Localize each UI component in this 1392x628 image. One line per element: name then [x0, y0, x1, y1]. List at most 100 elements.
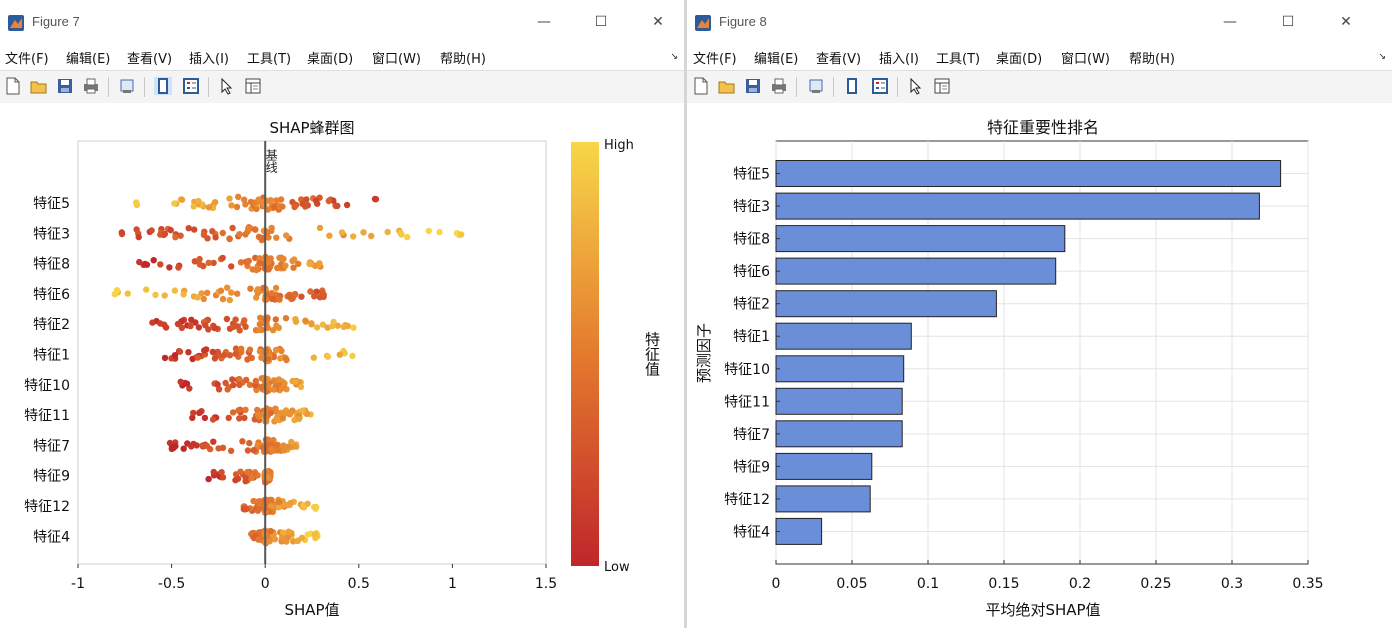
titlebar[interactable]: Figure 8 — ☐ ✕: [687, 0, 1392, 44]
maximize-button[interactable]: ☐: [587, 10, 615, 34]
figure-canvas: 特征5 特征3 特征8 特征6 特征2 特征1 特征10 特征11 特征7 特征9 特征12 特征4 …: [687, 103, 1392, 628]
dock-arrow-icon[interactable]: ↘: [1378, 52, 1386, 62]
importance-bar: [775, 387, 903, 415]
swarm-point: [270, 203, 278, 211]
swarm-point: [384, 228, 391, 236]
menu-view[interactable]: 查看(V): [127, 48, 172, 67]
minimize-button[interactable]: —: [1216, 10, 1244, 34]
menu-help[interactable]: 帮助(H): [1129, 48, 1175, 67]
open-file-icon[interactable]: [718, 77, 736, 95]
swarm-point: [133, 199, 140, 206]
swarm-point: [196, 409, 203, 417]
swarm-point: [124, 290, 131, 297]
legend-icon[interactable]: [871, 77, 889, 95]
menu-window[interactable]: 窗口(W): [1061, 48, 1110, 67]
close-button[interactable]: ✕: [1332, 10, 1360, 34]
menu-insert[interactable]: 插入(I): [879, 48, 919, 67]
swarm-point: [234, 290, 241, 297]
menu-desktop[interactable]: 桌面(D): [996, 48, 1042, 67]
swarm-point: [287, 500, 294, 507]
menu-file[interactable]: 文件(F): [693, 48, 737, 67]
figure7-window: Figure 7 — ☐ ✕ 文件(F) 编辑(E) 查看(V) 插入(I) 工…: [0, 0, 684, 628]
swarm-point: [234, 475, 242, 482]
swarm-point: [425, 227, 432, 235]
open-file-icon[interactable]: [30, 77, 48, 95]
beeswarm-chart: 基线 SHAP蜂群图 特征5 特征3 特征8 特征6 特征2 特征1 特征10 特征11 特征7…: [24, 119, 661, 619]
link-plot-icon[interactable]: [118, 77, 136, 95]
swarm-point: [219, 229, 226, 237]
maximize-button[interactable]: ☐: [1274, 10, 1302, 34]
feature-label: 特征8: [733, 232, 770, 248]
feature-label: 特征11: [24, 408, 70, 424]
property-inspector-icon[interactable]: [244, 77, 262, 95]
menu-view[interactable]: 查看(V): [816, 48, 861, 67]
pointer-icon[interactable]: [218, 77, 236, 95]
toolbar: [0, 70, 684, 104]
save-icon[interactable]: [744, 77, 762, 95]
menu-edit[interactable]: 编辑(E): [754, 48, 798, 67]
swarm-point: [368, 232, 375, 240]
swarm-point: [283, 232, 290, 239]
minimize-button[interactable]: —: [530, 10, 558, 34]
swarm-point: [404, 233, 411, 241]
new-figure-icon[interactable]: [692, 77, 710, 95]
importance-bar: [775, 485, 871, 513]
menu-desktop[interactable]: 桌面(D): [307, 48, 353, 67]
x-tick-label: 0.05: [836, 576, 867, 592]
swarm-point: [235, 193, 242, 200]
swarm-point: [285, 443, 292, 450]
swarm-point: [270, 386, 278, 393]
matlab-logo-icon: [8, 15, 24, 31]
menu-file[interactable]: 文件(F): [5, 48, 49, 67]
swarm-point: [279, 535, 286, 542]
swarm-point: [276, 498, 283, 506]
menu-help[interactable]: 帮助(H): [440, 48, 486, 67]
swarm-point: [282, 315, 290, 322]
swarm-point: [219, 444, 227, 451]
chart-title: 特征重要性排名: [987, 118, 1099, 137]
swarm-point: [349, 352, 356, 360]
property-inspector-icon[interactable]: [933, 77, 951, 95]
baseline-label: 基线: [264, 149, 278, 173]
swarm-point: [274, 447, 282, 454]
swarm-point: [329, 322, 336, 330]
dock-arrow-icon[interactable]: ↘: [670, 52, 678, 62]
swarm-point: [255, 536, 262, 543]
print-icon[interactable]: [82, 77, 100, 95]
swarm-point: [273, 197, 280, 204]
swarm-point: [253, 266, 260, 274]
new-figure-icon[interactable]: [4, 77, 22, 95]
importance-bar: [775, 452, 873, 480]
swarm-point: [226, 296, 233, 304]
swarm-point: [143, 286, 150, 293]
swarm-point: [201, 347, 208, 354]
swarm-point: [285, 528, 292, 535]
x-tick-label: 1: [448, 576, 457, 592]
save-icon[interactable]: [56, 77, 74, 95]
print-icon[interactable]: [770, 77, 788, 95]
colorbar[interactable]: [571, 142, 599, 566]
swarm-point: [171, 200, 178, 207]
pointer-icon[interactable]: [907, 77, 925, 95]
menu-tools[interactable]: 工具(T): [936, 48, 980, 67]
colorbar-icon[interactable]: [154, 77, 172, 95]
swarm-point: [256, 326, 263, 334]
menu-tools[interactable]: 工具(T): [247, 48, 291, 67]
link-plot-icon[interactable]: [807, 77, 825, 95]
close-button[interactable]: ✕: [644, 10, 672, 34]
swarm-point: [350, 324, 357, 331]
swarm-point: [227, 447, 235, 454]
swarm-point: [360, 229, 367, 236]
swarm-point: [238, 345, 245, 352]
swarm-point: [311, 531, 318, 538]
swarm-point: [180, 291, 187, 298]
swarm-point: [205, 204, 213, 211]
swarm-point: [292, 316, 299, 323]
swarm-point: [311, 293, 318, 300]
menu-insert[interactable]: 插入(I): [189, 48, 229, 67]
legend-icon[interactable]: [182, 77, 200, 95]
menu-edit[interactable]: 编辑(E): [66, 48, 110, 67]
titlebar[interactable]: Figure 7 — ☐ ✕: [0, 0, 684, 44]
colorbar-icon[interactable]: [843, 77, 861, 95]
menu-window[interactable]: 窗口(W): [372, 48, 421, 67]
